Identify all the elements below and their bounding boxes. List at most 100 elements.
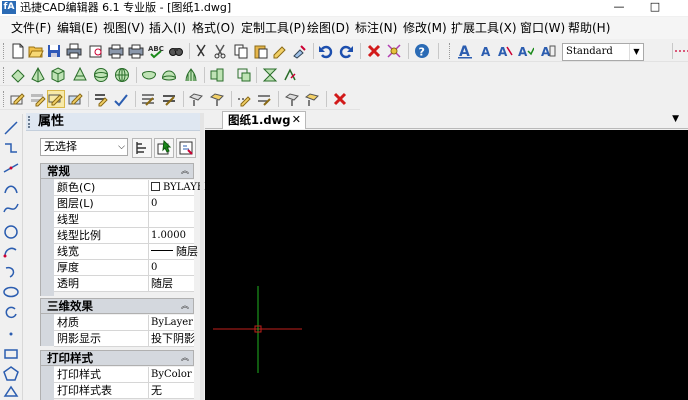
section-general-header[interactable]: 常规 ︽ (40, 163, 194, 179)
property-row-shadow[interactable]: 阴影显示 投下阴影 (54, 331, 195, 347)
dim-icon-4[interactable] (68, 91, 84, 107)
match-properties-icon[interactable] (272, 43, 288, 59)
property-value[interactable]: 无 (151, 383, 194, 398)
copy-icon[interactable] (233, 43, 249, 59)
toggle-pickadd-button[interactable] (132, 138, 152, 158)
collapse-icon[interactable]: ︽ (181, 164, 189, 178)
sphere-icon[interactable] (93, 67, 109, 83)
select-objects-button[interactable] (154, 138, 174, 158)
maximize-button[interactable]: □ (638, 0, 672, 16)
spline-icon[interactable] (3, 200, 19, 216)
cone-icon[interactable] (72, 67, 88, 83)
print-icon[interactable] (66, 43, 82, 59)
dim-icon-3[interactable] (47, 90, 65, 108)
help-icon[interactable]: ? (414, 43, 430, 59)
property-row-thickness[interactable]: 厚度 0 (54, 260, 194, 276)
transfer-icon[interactable] (282, 67, 298, 83)
dim-icon-5[interactable] (93, 91, 109, 107)
dim-icon-13[interactable] (284, 91, 300, 107)
polygon-icon[interactable] (3, 366, 19, 382)
toolbar-grip[interactable] (3, 91, 6, 107)
paste-icon[interactable] (253, 43, 269, 59)
panel-grip[interactable] (28, 116, 34, 128)
grid-sphere-icon[interactable] (114, 67, 130, 83)
menu-format[interactable]: 格式(O) (192, 17, 235, 39)
line-icon[interactable] (3, 120, 19, 136)
property-value[interactable]: 随层 (151, 276, 194, 291)
property-value[interactable]: 0 (151, 260, 194, 275)
property-row-linetype[interactable]: 线型 (54, 212, 194, 228)
menu-custom-tools[interactable]: 定制工具(P) (241, 17, 306, 39)
new-file-icon[interactable] (10, 43, 26, 59)
panel-splitter[interactable] (200, 113, 204, 400)
property-row-layer[interactable]: 图层(L) 0 (54, 196, 194, 212)
rotate-icon[interactable] (3, 304, 19, 320)
property-value[interactable]: BYLAYER (151, 180, 212, 195)
edges-icon[interactable] (236, 67, 252, 83)
dim-icon-10[interactable] (209, 91, 225, 107)
section-print-style-header[interactable]: 打印样式 ︽ (40, 350, 194, 366)
dim-icon-1[interactable] (194, 43, 210, 59)
close-red-icon[interactable] (332, 91, 348, 107)
mesh-icon[interactable] (183, 67, 199, 83)
ellipse-arc-icon[interactable] (3, 264, 19, 280)
toolbar-grip[interactable] (449, 43, 452, 59)
ellipse-icon[interactable] (3, 284, 19, 300)
construction-line-icon[interactable] (3, 160, 19, 176)
delete-icon[interactable] (366, 43, 382, 59)
section-3d-header[interactable]: 三维效果 ︽ (40, 298, 194, 314)
drawing-canvas[interactable] (205, 130, 688, 400)
dim-icon-7[interactable] (140, 91, 156, 107)
dim-icon-13[interactable] (304, 91, 320, 107)
property-row-transparency[interactable]: 透明 随层 (54, 276, 194, 292)
quick-select-button[interactable] (176, 138, 196, 158)
text-style-icon[interactable]: A (498, 43, 514, 59)
collapse-icon[interactable]: ︽ (181, 351, 189, 365)
properties-title-bar[interactable]: 属性 (26, 113, 201, 131)
property-row-material[interactable]: 材质 ByLayer (54, 315, 194, 331)
dim-icon-8[interactable] (161, 91, 177, 107)
spellcheck-icon[interactable]: ABC (148, 43, 164, 59)
menu-extend-tools[interactable]: 扩展工具(X) (451, 17, 517, 39)
menu-view[interactable]: 视图(V) (103, 17, 145, 39)
redo-icon[interactable] (338, 43, 354, 59)
property-value[interactable]: 0 (151, 196, 194, 211)
circle-icon[interactable] (3, 224, 19, 240)
cube-icon[interactable] (50, 67, 66, 83)
text-a-icon[interactable]: A (457, 43, 473, 59)
property-row-plot-style-table[interactable]: 打印样式表 无 (54, 383, 194, 399)
menu-edit[interactable]: 编辑(E) (57, 17, 98, 39)
toolbar-grip[interactable] (3, 67, 6, 83)
property-value[interactable]: ByLayer (151, 315, 194, 330)
dim-icon-9[interactable] (188, 91, 204, 107)
cut-icon[interactable] (212, 43, 228, 59)
print-preview-icon[interactable] (88, 43, 104, 59)
document-tab[interactable]: 图纸1.dwg ✕ (222, 111, 306, 129)
box-icon[interactable] (10, 67, 26, 83)
tab-list-icon[interactable]: ▼ (672, 114, 679, 124)
dim-icon-6[interactable] (113, 91, 129, 107)
toolbar-grip[interactable] (3, 43, 6, 59)
collapse-icon[interactable]: ︽ (181, 299, 189, 313)
revcloud-icon[interactable] (3, 244, 19, 260)
pyramid-icon[interactable] (30, 67, 46, 83)
save-icon[interactable] (46, 43, 62, 59)
point-icon[interactable] (3, 326, 19, 342)
transfer-icon[interactable] (262, 67, 278, 83)
dim-icon-2[interactable] (30, 91, 46, 107)
undo-icon[interactable] (318, 43, 334, 59)
property-value[interactable]: 随层 (151, 244, 198, 259)
dim-icon-1[interactable] (10, 91, 26, 107)
menu-file[interactable]: 文件(F) (11, 17, 51, 39)
property-value[interactable]: 1.0000 (151, 228, 194, 243)
menu-help[interactable]: 帮助(H) (568, 17, 610, 39)
open-folder-icon[interactable] (28, 43, 44, 59)
property-row-linetype-scale[interactable]: 线型比例 1.0000 (54, 228, 194, 244)
rectangle-icon[interactable] (3, 346, 19, 362)
selection-dropdown[interactable]: 无选择 ⌵ (40, 138, 128, 156)
text-style-dropdown[interactable]: Standard ▼ (562, 43, 644, 61)
arc-icon[interactable] (3, 180, 19, 196)
match-properties-icon[interactable] (292, 43, 308, 59)
property-row-plot-style[interactable]: 打印样式 ByColor (54, 367, 194, 383)
menu-window[interactable]: 窗口(W) (520, 17, 565, 39)
